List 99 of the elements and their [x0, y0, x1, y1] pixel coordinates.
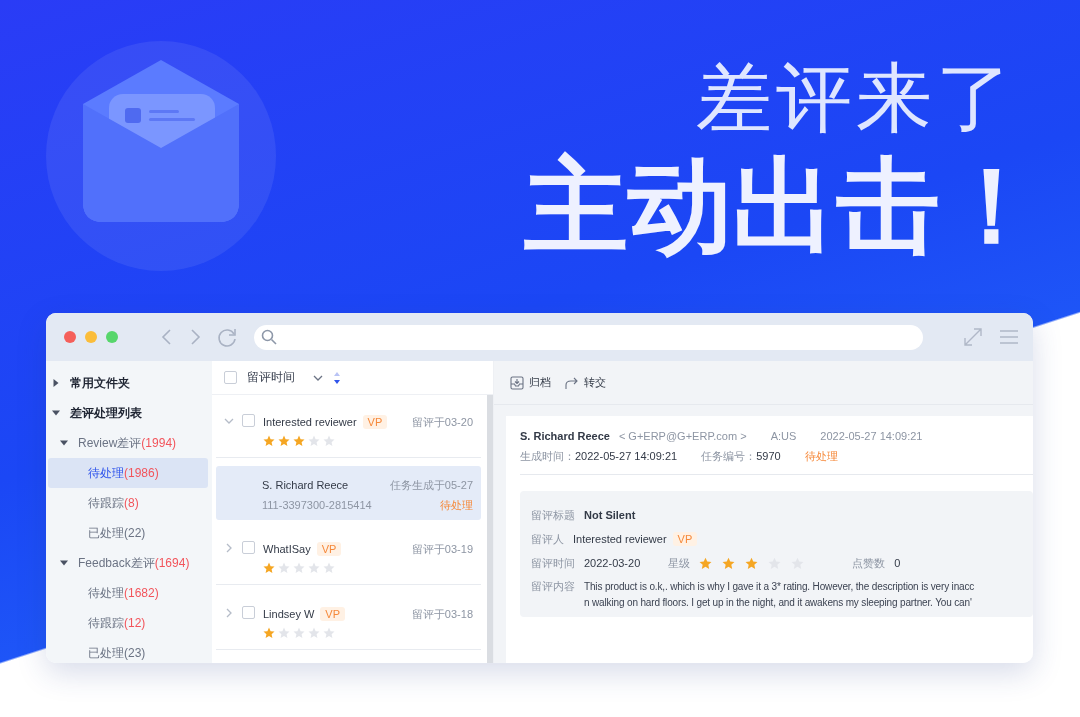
search-field[interactable] [254, 324, 923, 350]
list-row[interactable]: S. Richard Reece 任务生成于05-27 111-3397300-2815414 待处理 [216, 466, 481, 520]
filled-star-icon [278, 435, 290, 447]
empty-star-icon [308, 435, 320, 447]
sidebar-item[interactable]: Feedback差评(1694) [48, 548, 208, 578]
slogan: 主动出击！ [524, 147, 1044, 266]
like-count: 0 [894, 557, 901, 569]
empty-star-icon [323, 435, 335, 447]
empty-star-icon [293, 562, 305, 574]
checkbox[interactable] [242, 606, 255, 619]
review-date: 留评于03-18 [411, 606, 473, 622]
empty-star-icon [278, 627, 290, 639]
field-label: 生成时间： [520, 448, 575, 464]
review-text: n walking on hard floors. I get up in the night, and it awakens my sleeping partner. You can' [584, 596, 973, 610]
field-label: 留评内容 [531, 579, 575, 594]
email-address: < G+ERP@G+ERP.com > [618, 430, 747, 442]
empty-star-icon [278, 562, 290, 574]
message-time: 2022-05-27 14:09:21 [820, 430, 923, 442]
sidebar-item[interactable]: 已处理(22) [48, 518, 208, 548]
filled-star-icon [263, 562, 275, 574]
empty-star-icon [323, 627, 335, 639]
status-label: 待处理 [440, 497, 473, 513]
order-number: 111-3397300-2815414 [262, 499, 372, 511]
filled-star-icon [293, 435, 305, 447]
checkbox[interactable] [224, 371, 237, 384]
envelope-icon [45, 40, 277, 272]
filled-star-icon [263, 435, 275, 447]
marketplace: A:US [770, 430, 797, 442]
sidebar-item[interactable]: 常用文件夹 [48, 368, 208, 398]
task-date: 任务生成于05-27 [389, 477, 473, 493]
menu-icon[interactable] [999, 329, 1019, 345]
sidebar-item[interactable]: 待处理(1682) [48, 578, 208, 608]
sidebar-item[interactable]: 待跟踪(8) [48, 488, 208, 518]
review-text: This product is o.k,. which is why I gave it a 3* rating. However, the description is very inacc [584, 580, 975, 594]
status-label: 待处理 [804, 448, 838, 464]
filled-star-icon [699, 556, 713, 570]
scrollbar[interactable] [487, 395, 493, 663]
vp-badge: VP [316, 542, 342, 556]
tray-icon [510, 375, 524, 390]
minimize-button[interactable] [85, 331, 97, 343]
filled-star-icon [263, 627, 275, 639]
expanded-arrow-icon[interactable] [60, 559, 68, 567]
expand-icon[interactable] [963, 327, 983, 347]
list-row[interactable]: WhatISay VP 留评于03-19 [216, 528, 481, 585]
checkbox[interactable] [242, 414, 255, 427]
expanded-arrow-icon[interactable] [52, 409, 60, 417]
reviewer-name: Interested reviewer [573, 533, 667, 545]
field-label: 留评时间 [531, 555, 575, 571]
vp-badge: VP [320, 607, 346, 621]
list-row[interactable]: Lindsey W VP 留评于03-18 [216, 593, 481, 650]
reload-icon[interactable] [216, 326, 238, 348]
reviewer-name: WhatISay [263, 543, 311, 555]
sidebar-item[interactable]: 待跟踪(12) [48, 608, 208, 638]
sort-icon[interactable] [333, 370, 341, 385]
search-icon [261, 329, 277, 345]
filled-star-icon [745, 556, 759, 570]
chevron-right-icon[interactable] [224, 543, 234, 553]
empty-star-icon [308, 562, 320, 574]
maximize-button[interactable] [106, 331, 118, 343]
close-button[interactable] [64, 331, 76, 343]
empty-star-icon [323, 562, 335, 574]
checkbox[interactable] [242, 541, 255, 554]
review-date: 留评于03-19 [411, 541, 473, 557]
created-time: 2022-05-27 14:09:21 [575, 450, 678, 462]
field-label: 星级 [668, 555, 691, 571]
vp-badge: VP [362, 415, 388, 429]
vp-badge: VP [672, 532, 698, 546]
chevron-down-icon[interactable] [224, 416, 234, 426]
chevron-right-icon[interactable] [224, 608, 234, 618]
sidebar-item[interactable]: 差评处理列表 [48, 398, 208, 428]
back-icon[interactable] [160, 328, 174, 346]
customer-name: S. Richard Reece [520, 430, 610, 442]
reviewer-name: Interested reviewer [263, 416, 357, 428]
empty-star-icon [293, 627, 305, 639]
reviewer-name: Lindsey W [263, 608, 315, 620]
customer-name: S. Richard Reece [262, 479, 349, 491]
dropdown-icon[interactable] [313, 373, 323, 382]
task-number: 5970 [756, 450, 781, 462]
field-label: 点赞数 [852, 555, 886, 571]
review-date: 2022-03-20 [584, 557, 641, 569]
collapsed-arrow-icon[interactable] [52, 379, 60, 387]
share-arrow-icon [565, 375, 579, 390]
field-label: 任务编号： [701, 448, 757, 464]
sidebar-item[interactable]: 待处理(1986) [48, 458, 208, 488]
sidebar-item[interactable]: 已处理(23) [48, 638, 208, 663]
headline: 差评来了 [696, 54, 1016, 142]
filled-star-icon [722, 556, 736, 570]
field-label: 留评人 [531, 531, 564, 547]
empty-star-icon [308, 627, 320, 639]
forward-button[interactable]: 转交 [565, 375, 606, 390]
review-date: 留评于03-20 [411, 414, 473, 430]
list-row[interactable]: Interested reviewer VP 留评于03-20 [216, 401, 481, 458]
archive-button[interactable]: 归档 [510, 375, 551, 390]
sort-label: 留评时间 [247, 369, 295, 386]
expanded-arrow-icon[interactable] [60, 439, 68, 447]
review-title: Not Silent [584, 509, 636, 521]
sidebar-item[interactable]: Review差评(1994) [48, 428, 208, 458]
field-label: 留评标题 [531, 507, 575, 523]
forward-icon[interactable] [188, 328, 202, 346]
